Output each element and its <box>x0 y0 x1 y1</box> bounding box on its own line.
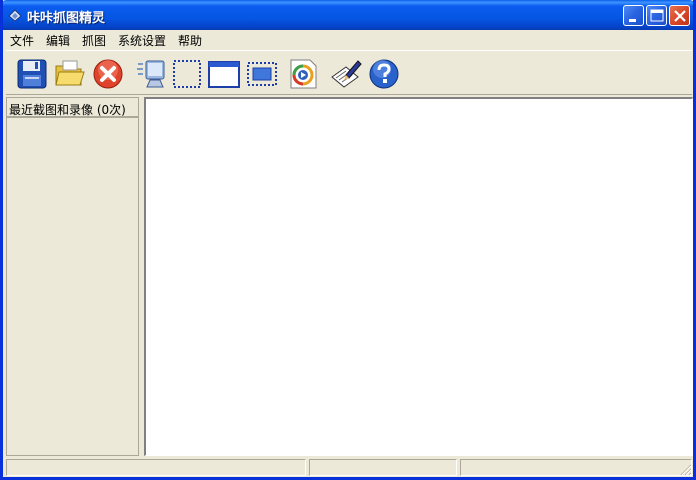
image-canvas[interactable] <box>144 97 693 456</box>
capture-client-button[interactable] <box>245 57 279 91</box>
menu-edit[interactable]: 编辑 <box>46 32 70 49</box>
capture-region-icon <box>173 60 201 88</box>
menu-capture[interactable]: 抓图 <box>82 32 106 49</box>
delete-button[interactable] <box>91 57 125 91</box>
recent-captures-panel[interactable]: 最近截图和录像 (0次) <box>6 97 139 456</box>
open-folder-button[interactable] <box>53 57 87 91</box>
title-bar[interactable]: 咔咔抓图精灵 <box>3 0 693 30</box>
capture-client-icon <box>247 62 277 86</box>
record-video-icon <box>290 59 317 89</box>
app-camera-icon[interactable] <box>7 7 23 23</box>
capture-screen-icon <box>137 60 165 88</box>
status-pane-3 <box>460 459 692 476</box>
help-button[interactable] <box>367 57 401 91</box>
open-folder-icon <box>55 60 85 86</box>
save-button[interactable] <box>15 57 49 91</box>
close-icon <box>674 10 686 22</box>
capture-window-icon <box>208 61 240 88</box>
resize-grip-icon[interactable] <box>680 464 692 476</box>
capture-window-button[interactable] <box>207 57 241 91</box>
edit-pen-icon <box>331 60 362 88</box>
minimize-icon <box>629 19 636 22</box>
record-video-button[interactable] <box>286 57 320 91</box>
status-pane-1 <box>6 459 306 476</box>
recent-captures-header: 最近截图和录像 (0次) <box>7 98 138 118</box>
menu-help[interactable]: 帮助 <box>178 32 202 49</box>
capture-region-button[interactable] <box>170 57 204 91</box>
help-icon <box>369 59 399 89</box>
status-bar <box>6 458 693 477</box>
status-pane-2 <box>309 459 457 476</box>
menu-file[interactable]: 文件 <box>10 32 34 49</box>
save-icon <box>17 59 47 89</box>
menu-bar: 文件 编辑 抓图 系统设置 帮助 <box>3 30 693 49</box>
maximize-icon <box>650 9 664 22</box>
capture-screen-button[interactable] <box>135 57 169 91</box>
minimize-button[interactable] <box>623 5 644 26</box>
delete-icon <box>93 59 123 89</box>
close-button[interactable] <box>669 5 690 26</box>
edit-button[interactable] <box>328 57 362 91</box>
app-window: 咔咔抓图精灵 文件 编辑 抓图 系统设置 帮助 最近截图和录像 (0次) <box>0 0 696 480</box>
recent-captures-title: 最近截图和录像 (0次) <box>9 103 126 117</box>
maximize-button[interactable] <box>646 5 667 26</box>
menu-settings[interactable]: 系统设置 <box>118 32 166 49</box>
toolbar <box>6 50 692 95</box>
window-title: 咔咔抓图精灵 <box>27 11 106 26</box>
